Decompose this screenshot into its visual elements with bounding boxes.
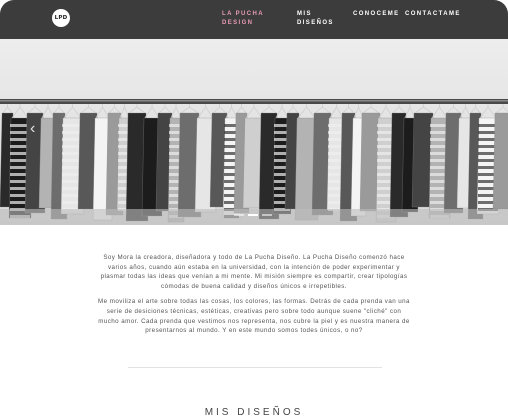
hero-image	[0, 39, 508, 225]
nav-item-contactame[interactable]: CONTACTAME	[405, 10, 461, 19]
chevron-left-icon[interactable]: ‹	[30, 121, 35, 137]
logo[interactable]: LPD	[52, 9, 70, 27]
nav-item-conoceme[interactable]: CONOCEME	[353, 10, 400, 19]
intro-paragraph: Soy Mora la creadora, diseñadora y todo …	[100, 254, 408, 290]
nav-item-la-pucha-design[interactable]: LA PUCHA DESIGN	[222, 10, 284, 28]
section-title: MIS DISEÑOS	[204, 407, 304, 418]
slider-dots	[234, 214, 272, 216]
slide-dot[interactable]	[248, 214, 258, 216]
intro-text: Soy Mora la creadora, diseñadora y todo …	[98, 253, 410, 342]
logo-text: LPD	[54, 15, 68, 21]
site-header: LPD LA PUCHA DESIGN MIS DISEÑOS CONOCEME…	[0, 0, 508, 39]
hero-slider: ‹	[0, 39, 508, 225]
slide-dot[interactable]	[234, 214, 244, 216]
slide-dot[interactable]	[262, 214, 272, 216]
divider	[128, 367, 382, 368]
intro-paragraph: Me moviliza el arte sobre todas las cosa…	[98, 298, 410, 335]
nav-item-mis-disenos[interactable]: MIS DISEÑOS	[297, 10, 341, 28]
garment	[492, 112, 508, 210]
